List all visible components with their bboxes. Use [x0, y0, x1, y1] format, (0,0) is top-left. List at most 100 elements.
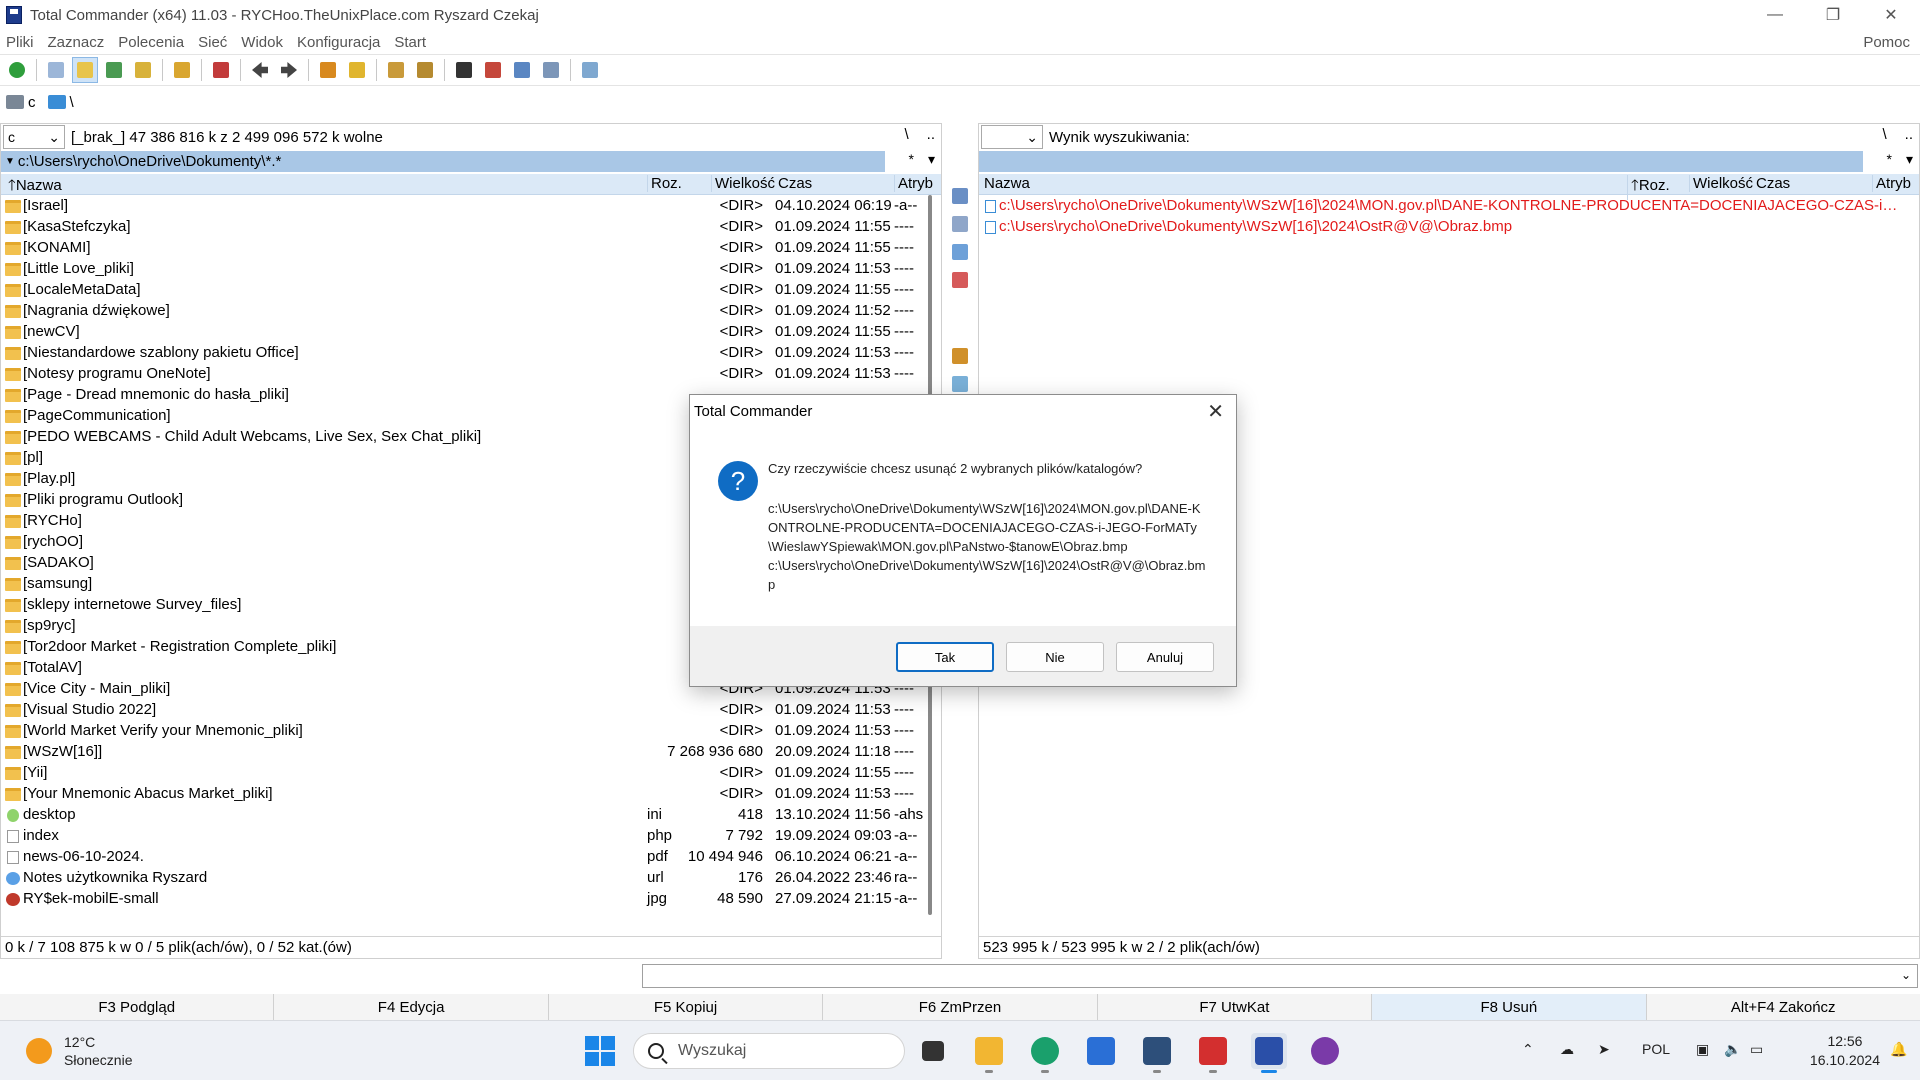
left-filter-button[interactable]: *: [909, 151, 914, 168]
language-indicator[interactable]: POL: [1642, 1041, 1670, 1057]
menu-widok[interactable]: Widok: [234, 34, 290, 51]
search-result-row[interactable]: c:\Users\rycho\OneDrive\Dokumenty\WSzW[1…: [979, 217, 1919, 238]
folder-row[interactable]: [Little Love_pliki] <DIR> 01.09.2024 11:53…: [1, 259, 941, 280]
file-row[interactable]: desktop ini 418 13.10.2024 11:56 -ahs: [1, 805, 941, 826]
f4-edit-button[interactable]: F4 Edycja: [274, 994, 549, 1020]
refresh-button[interactable]: [4, 57, 30, 83]
network-button[interactable]: \: [47, 94, 74, 111]
props-icon[interactable]: [952, 376, 968, 392]
yes-button[interactable]: Tak: [896, 642, 994, 672]
folder-row[interactable]: [WSzW[16]] 7 268 936 680 20.09.2024 11:18-…: [1, 742, 941, 763]
menu-polecenia[interactable]: Polecenia: [111, 34, 191, 51]
sync-dirs-button[interactable]: [412, 57, 438, 83]
left-header-size[interactable]: Wielkość: [711, 175, 775, 192]
left-root-button[interactable]: \: [904, 126, 908, 143]
f5-copy-button[interactable]: F5 Kopiuj: [549, 994, 824, 1020]
close-window-button[interactable]: ✕: [1862, 0, 1920, 30]
file-row[interactable]: index php 7 792 19.09.2024 09:03 -a--: [1, 826, 941, 847]
left-header-time[interactable]: Czas: [775, 175, 893, 192]
file-row[interactable]: news-06-10-2024. pdf 10 494 946 06.10.2024 …: [1, 847, 941, 868]
folder-row[interactable]: [Your Mnemonic Abacus Market_pliki] <DIR>…: [1, 784, 941, 805]
compare-dirs-button[interactable]: [383, 57, 409, 83]
search-result-row[interactable]: c:\Users\rycho\OneDrive\Dokumenty\WSzW[1…: [979, 196, 1919, 217]
right-history-button[interactable]: ▾: [1906, 151, 1913, 168]
f3-view-button[interactable]: F3 Podgląd: [0, 994, 275, 1020]
ftp-new-button[interactable]: [538, 57, 564, 83]
menu-konfiguracja[interactable]: Konfiguracja: [290, 34, 387, 51]
file-explorer-button[interactable]: [971, 1033, 1007, 1073]
folder-row[interactable]: [newCV] <DIR> 01.09.2024 11:55 ----: [1, 322, 941, 343]
drive-c-button[interactable]: c: [6, 94, 36, 111]
right-header-name[interactable]: Nazwa: [981, 175, 1605, 192]
tree-view-button[interactable]: [130, 57, 156, 83]
clock[interactable]: 12:56 16.10.2024: [1810, 1032, 1880, 1070]
folder-row[interactable]: [Visual Studio 2022] <DIR> 01.09.2024 11:5…: [1, 700, 941, 721]
archive-icon[interactable]: [952, 348, 968, 364]
minimize-button[interactable]: —: [1746, 0, 1804, 30]
folder-row[interactable]: [Israel] <DIR> 04.10.2024 06:19 -a--: [1, 196, 941, 217]
chevron-down-icon[interactable]: ⌄: [1901, 968, 1911, 982]
edge-button[interactable]: [1027, 1033, 1063, 1073]
folder-row[interactable]: [World Market Verify your Mnemonic_pliki…: [1, 721, 941, 742]
start-button[interactable]: [585, 1036, 615, 1066]
right-up-button[interactable]: ..: [1905, 126, 1913, 143]
full-view-button[interactable]: [72, 57, 98, 83]
tray-expand-icon[interactable]: ⌃: [1522, 1041, 1534, 1058]
f8-delete-button[interactable]: F8 Usuń: [1372, 994, 1647, 1020]
notification-bell-icon[interactable]: 🔔: [1890, 1041, 1907, 1058]
right-drive-select[interactable]: ⌄: [981, 125, 1043, 149]
file-row[interactable]: RY$ek-mobilE-small jpg 48 590 27.09.2024 21…: [1, 889, 941, 910]
invert-selection-button[interactable]: [169, 57, 195, 83]
forward-button[interactable]: [276, 57, 302, 83]
left-header-attr[interactable]: Atryb: [894, 175, 942, 192]
task-view-button[interactable]: [915, 1033, 951, 1069]
app-purple-button[interactable]: [1307, 1033, 1343, 1069]
left-header-ext[interactable]: Roz.: [647, 175, 709, 192]
folder-row[interactable]: [Notesy programu OneNote] <DIR> 01.09.2024…: [1, 364, 941, 385]
location-icon[interactable]: ➤: [1598, 1041, 1610, 1058]
menu-zaznacz[interactable]: Zaznacz: [41, 34, 112, 51]
no-button[interactable]: Nie: [1006, 642, 1104, 672]
multi-rename-button[interactable]: [480, 57, 506, 83]
menu-siec[interactable]: Sieć: [191, 34, 234, 51]
folder-row[interactable]: [Nagrania dźwiękowe] <DIR> 01.09.2024 11:5…: [1, 301, 941, 322]
menu-pomoc[interactable]: Pomoc: [1863, 34, 1910, 51]
notepad-button[interactable]: [577, 57, 603, 83]
folder-row[interactable]: [LocaleMetaData] <DIR> 01.09.2024 11:55 ---…: [1, 280, 941, 301]
store-button[interactable]: [1083, 1033, 1119, 1069]
left-path[interactable]: ▼ c:\Users\rycho\OneDrive\Dokumenty\*.*: [1, 151, 885, 172]
file-row[interactable]: Notes użytkownika Ryszard url 176 26.04.202…: [1, 868, 941, 889]
weather-widget[interactable]: 12°C Słonecznie: [26, 1033, 133, 1069]
left-history-button[interactable]: ▾: [928, 151, 935, 168]
right-header-size[interactable]: Wielkość: [1689, 175, 1753, 192]
copy-file-icon[interactable]: [952, 244, 968, 260]
folder-row[interactable]: [KasaStefczyka] <DIR> 01.09.2024 11:55 ----: [1, 217, 941, 238]
altf4-exit-button[interactable]: Alt+F4 Zakończ: [1647, 994, 1920, 1020]
f7-mkdir-button[interactable]: F7 UtwKat: [1098, 994, 1373, 1020]
right-path[interactable]: [979, 151, 1863, 172]
folder-row[interactable]: [KONAMI] <DIR> 01.09.2024 11:55 ----: [1, 238, 941, 259]
pack-button[interactable]: [315, 57, 341, 83]
maximize-button[interactable]: ❐: [1804, 0, 1862, 30]
brief-view-button[interactable]: [43, 57, 69, 83]
app-red-button[interactable]: [1195, 1033, 1231, 1073]
move-file-icon[interactable]: [952, 272, 968, 288]
virtualbox-button[interactable]: [1139, 1033, 1175, 1073]
back-button[interactable]: [247, 57, 273, 83]
battery-icon[interactable]: ▭: [1750, 1041, 1763, 1058]
left-drive-select[interactable]: c ⌄: [3, 125, 65, 149]
right-header-time[interactable]: Czas: [1753, 175, 1871, 192]
unselect-button[interactable]: [208, 57, 234, 83]
network-tray-icon[interactable]: ▣: [1696, 1041, 1709, 1058]
right-filter-button[interactable]: *: [1887, 151, 1892, 168]
right-header-attr[interactable]: Atryb: [1872, 175, 1920, 192]
view-file-icon[interactable]: [952, 188, 968, 204]
thumbnails-button[interactable]: [101, 57, 127, 83]
total-commander-taskbar-button[interactable]: [1251, 1033, 1287, 1073]
command-line-input[interactable]: ⌄: [642, 964, 1918, 988]
ftp-button[interactable]: [509, 57, 535, 83]
edit-file-icon[interactable]: [952, 216, 968, 232]
taskbar-search[interactable]: Wyszukaj: [633, 1033, 905, 1069]
f6-move-button[interactable]: F6 ZmPrzen: [823, 994, 1098, 1020]
menu-start[interactable]: Start: [387, 34, 433, 51]
